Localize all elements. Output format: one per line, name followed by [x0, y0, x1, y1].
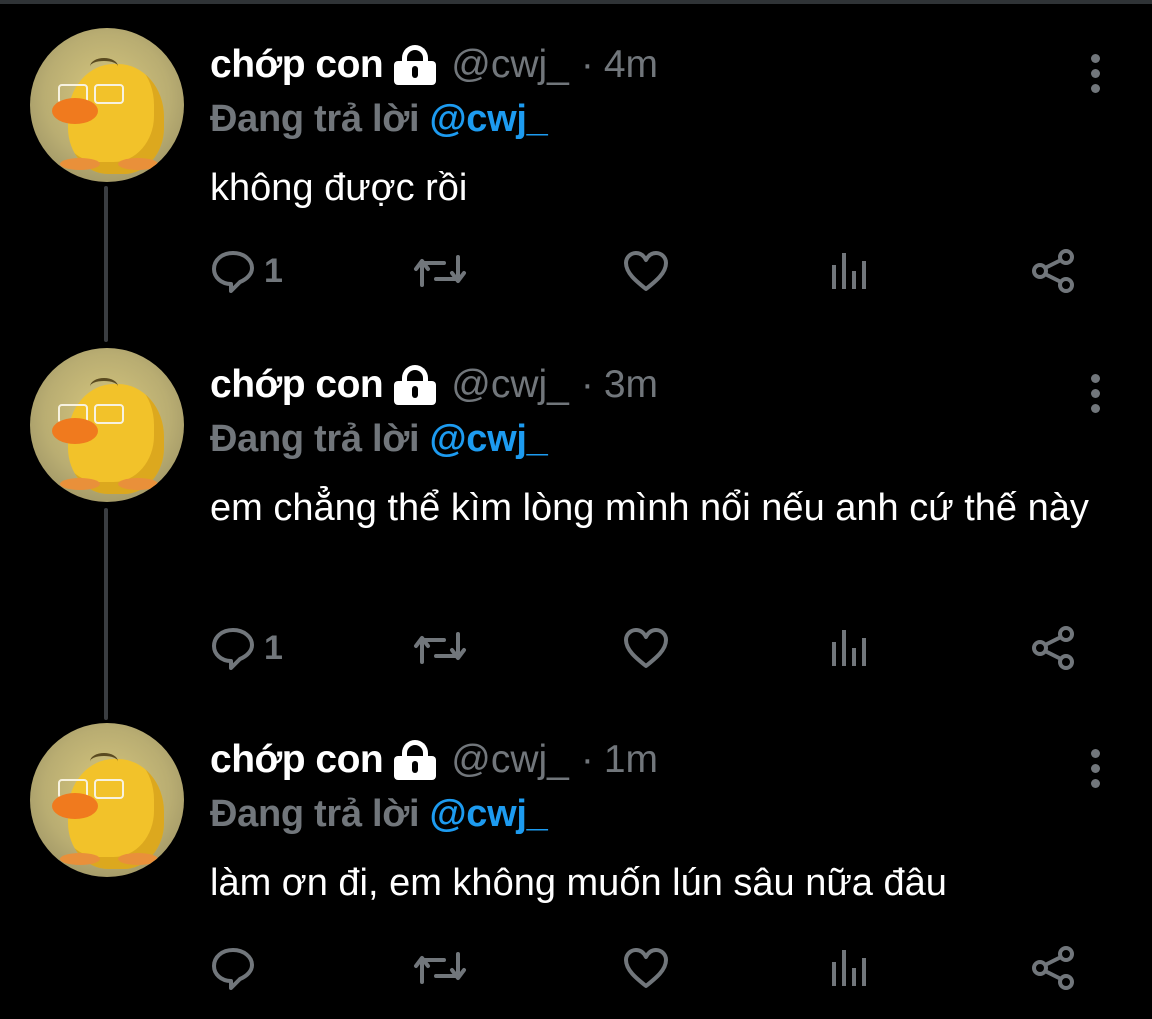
replying-prefix: Đang trả lời [210, 418, 420, 460]
mention-link[interactable]: @cwj_ [430, 793, 548, 835]
action-bar: 1 [210, 623, 1090, 673]
share-button[interactable] [1030, 943, 1078, 993]
action-bar: 1 [210, 246, 1090, 296]
tweet-text: em chẳng thể kìm lòng mình nổi nếu anh c… [210, 487, 1089, 529]
timestamp[interactable]: 3m [604, 363, 658, 407]
duck-beak [52, 793, 98, 819]
duck-foot [60, 158, 100, 170]
analytics-button[interactable] [830, 943, 870, 993]
share-button[interactable] [1030, 623, 1078, 673]
retweet-icon [412, 946, 468, 990]
like-button[interactable] [622, 943, 670, 993]
glasses-right [94, 84, 124, 104]
tweet-text: không được rồi [210, 167, 468, 209]
duck-hair [90, 753, 118, 770]
tweet-header: chớp con @cwj_ · 1m [210, 737, 658, 783]
analytics-bars-icon [830, 626, 870, 670]
reply-bubble-icon [210, 626, 256, 670]
like-button[interactable] [622, 623, 670, 673]
tweet-header: chớp con @cwj_ · 3m [210, 362, 658, 408]
user-handle[interactable]: @cwj_ [451, 43, 569, 87]
lock-icon [393, 45, 437, 85]
reply-bubble-icon [210, 249, 256, 293]
lock-icon [393, 365, 437, 405]
share-icon [1030, 249, 1078, 293]
reply-button[interactable]: 1 [210, 246, 283, 296]
duck-foot [60, 478, 100, 490]
tweet[interactable]: chớp con @cwj_ · 4m Đang trả lời @cwj_ k… [0, 28, 1152, 328]
top-divider [0, 0, 1152, 4]
glasses-right [94, 404, 124, 424]
duck-foot [60, 853, 100, 865]
share-button[interactable] [1030, 246, 1078, 296]
like-button[interactable] [622, 246, 670, 296]
reply-button[interactable]: 1 [210, 623, 283, 673]
analytics-bars-icon [830, 946, 870, 990]
duck-foot [118, 853, 158, 865]
retweet-icon [412, 626, 468, 670]
replying-prefix: Đang trả lời [210, 98, 420, 140]
display-name[interactable]: chớp con [210, 738, 384, 782]
share-icon [1030, 626, 1078, 670]
tweet-header: chớp con @cwj_ · 4m [210, 42, 658, 88]
user-handle[interactable]: @cwj_ [451, 738, 569, 782]
duck-hair [90, 58, 118, 75]
heart-icon [622, 946, 670, 990]
more-vertical-icon[interactable] [1088, 374, 1102, 413]
replying-to: Đang trả lời @cwj_ [210, 793, 548, 836]
duck-foot [118, 478, 158, 490]
lock-icon [393, 740, 437, 780]
duck-beak [52, 98, 98, 124]
replying-to: Đang trả lời @cwj_ [210, 98, 548, 141]
share-icon [1030, 946, 1078, 990]
timestamp[interactable]: 4m [604, 43, 658, 87]
action-bar [210, 943, 1090, 993]
reply-count: 1 [264, 628, 283, 667]
analytics-button[interactable] [830, 623, 870, 673]
heart-icon [622, 626, 670, 670]
retweet-icon [412, 249, 468, 293]
more-vertical-icon[interactable] [1088, 749, 1102, 788]
tweet[interactable]: chớp con @cwj_ · 3m Đang trả lời @cwj_ e… [0, 348, 1152, 708]
retweet-button[interactable] [412, 246, 468, 296]
analytics-button[interactable] [830, 246, 870, 296]
duck-foot [118, 158, 158, 170]
separator-dot: · [580, 43, 594, 86]
more-vertical-icon[interactable] [1088, 54, 1102, 93]
reply-button[interactable] [210, 943, 264, 993]
tweet[interactable]: chớp con @cwj_ · 1m Đang trả lời @cwj_ l… [0, 723, 1152, 1013]
retweet-button[interactable] [412, 623, 468, 673]
timestamp[interactable]: 1m [604, 738, 658, 782]
tweet-text: làm ơn đi, em không muốn lún sâu nữa đâu [210, 862, 947, 904]
replying-to: Đang trả lời @cwj_ [210, 418, 548, 461]
duck-hair [90, 378, 118, 395]
glasses-right [94, 779, 124, 799]
avatar[interactable] [30, 723, 184, 877]
avatar[interactable] [30, 348, 184, 502]
reply-count: 1 [264, 251, 283, 290]
replying-prefix: Đang trả lời [210, 793, 420, 835]
mention-link[interactable]: @cwj_ [430, 418, 548, 460]
reply-bubble-icon [210, 946, 256, 990]
separator-dot: · [580, 363, 594, 406]
display-name[interactable]: chớp con [210, 363, 384, 407]
separator-dot: · [580, 738, 594, 781]
heart-icon [622, 249, 670, 293]
mention-link[interactable]: @cwj_ [430, 98, 548, 140]
analytics-bars-icon [830, 249, 870, 293]
user-handle[interactable]: @cwj_ [451, 363, 569, 407]
avatar[interactable] [30, 28, 184, 182]
display-name[interactable]: chớp con [210, 43, 384, 87]
retweet-button[interactable] [412, 943, 468, 993]
duck-beak [52, 418, 98, 444]
